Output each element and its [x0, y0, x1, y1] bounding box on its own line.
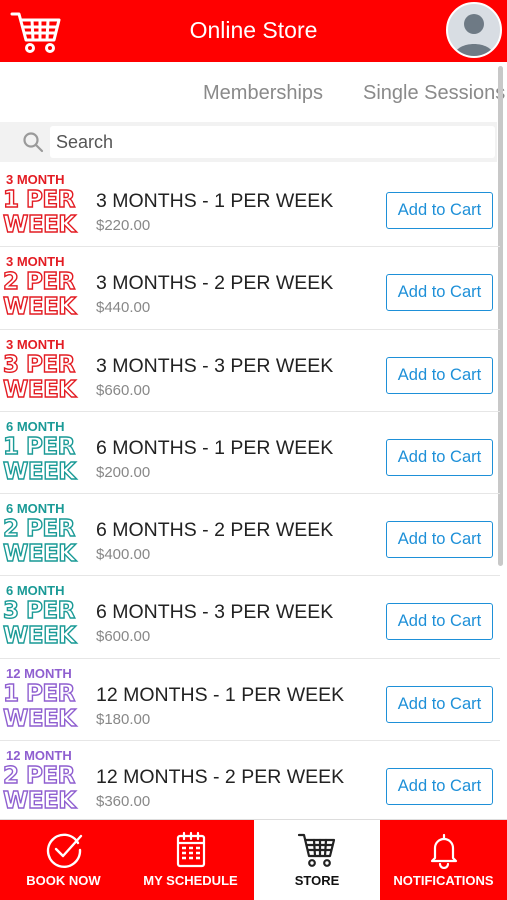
search-icon [23, 132, 44, 153]
product-price: $180.00 [96, 710, 151, 728]
list-item: 3 MONTH 3 PER WEEK 3 MONTHS - 3 PER WEEK… [0, 330, 500, 412]
thumbnail-duration: 3 MONTH [6, 254, 65, 270]
product-price: $200.00 [96, 463, 151, 481]
add-to-cart-button[interactable]: Add to Cart [386, 603, 493, 641]
cart-icon [297, 833, 336, 867]
thumbnail-duration: 12 MONTH [6, 748, 72, 764]
bottom-nav: BOOK NOW MY SCHEDULE STORE NOTIFICATIONS [0, 819, 507, 900]
product-price: $660.00 [96, 381, 151, 399]
product-thumbnail: 3 MONTH 3 PER WEEK [0, 335, 84, 409]
add-to-cart-button[interactable]: Add to Cart [386, 768, 493, 806]
product-price: $440.00 [96, 299, 151, 317]
product-thumbnail: 12 MONTH 1 PER WEEK [0, 664, 84, 738]
thumbnail-duration: 12 MONTH [6, 665, 72, 681]
product-name: 6 MONTHS - 1 PER WEEK [96, 436, 334, 459]
product-thumbnail: 3 MONTH 1 PER WEEK [0, 170, 84, 244]
product-name: 6 MONTHS - 3 PER WEEK [96, 601, 334, 624]
list-item: 6 MONTH 2 PER WEEK 6 MONTHS - 2 PER WEEK… [0, 494, 500, 577]
thumbnail-frequency: 1 PER [2, 680, 76, 707]
avatar[interactable] [446, 2, 502, 58]
product-list: 3 MONTH 1 PER WEEK 3 MONTHS - 1 PER WEEK… [0, 165, 500, 824]
thumbnail-week: WEEK [2, 705, 77, 732]
add-to-cart-button[interactable]: Add to Cart [386, 685, 493, 723]
thumbnail-week: WEEK [2, 788, 77, 815]
thumbnail-duration: 6 MONTH [6, 583, 65, 599]
list-item: 6 MONTH 3 PER WEEK 6 MONTHS - 3 PER WEEK… [0, 576, 500, 659]
product-price: $360.00 [96, 793, 151, 811]
thumbnail-frequency: 2 PER [2, 516, 76, 543]
add-to-cart-button[interactable]: Add to Cart [386, 438, 493, 476]
nav-label: NOTIFICATIONS [393, 873, 494, 888]
product-thumbnail: 6 MONTH 1 PER WEEK [0, 417, 84, 491]
thumbnail-duration: 3 MONTH [6, 172, 65, 187]
list-item: 6 MONTH 1 PER WEEK 6 MONTHS - 1 PER WEEK… [0, 412, 500, 495]
search-bar [0, 122, 497, 162]
thumbnail-duration: 3 MONTH [6, 336, 65, 352]
nav-book-now[interactable]: BOOK NOW [0, 820, 127, 900]
list-item: 12 MONTH 1 PER WEEK 12 MONTHS - 1 PER WE… [0, 659, 500, 742]
add-to-cart-button[interactable]: Add to Cart [386, 274, 493, 312]
list-item: 12 MONTH 2 PER WEEK 12 MONTHS - 2 PER WE… [0, 741, 500, 824]
thumbnail-frequency: 3 PER [2, 598, 76, 625]
thumbnail-week: WEEK [2, 212, 77, 238]
calendar-icon [176, 831, 205, 868]
check-circle-icon [46, 833, 82, 868]
bell-icon [430, 833, 457, 869]
nav-notifications[interactable]: NOTIFICATIONS [380, 820, 507, 900]
list-item: 3 MONTH 1 PER WEEK 3 MONTHS - 1 PER WEEK… [0, 165, 500, 248]
user-icon [454, 14, 494, 56]
thumbnail-week: WEEK [2, 376, 77, 403]
app-header: Online Store [0, 0, 507, 62]
product-name: 6 MONTHS - 2 PER WEEK [96, 519, 334, 542]
product-thumbnail: 3 MONTH 2 PER WEEK [0, 252, 84, 326]
tab-memberships[interactable]: Memberships [203, 82, 323, 105]
thumbnail-week: WEEK [2, 294, 77, 321]
product-name: 3 MONTHS - 2 PER WEEK [96, 272, 334, 295]
product-thumbnail: 6 MONTH 3 PER WEEK [0, 581, 84, 655]
product-name: 3 MONTHS - 1 PER WEEK [96, 190, 334, 212]
tab-single-sessions[interactable]: Single Sessions [363, 82, 505, 105]
product-thumbnail: 6 MONTH 2 PER WEEK [0, 499, 84, 573]
thumbnail-week: WEEK [2, 458, 77, 485]
thumbnail-frequency: 1 PER [2, 187, 76, 213]
product-price: $400.00 [96, 546, 151, 564]
nav-my-schedule[interactable]: MY SCHEDULE [127, 820, 254, 900]
add-to-cart-button[interactable]: Add to Cart [386, 356, 493, 394]
page-title: Online Store [189, 17, 318, 43]
nav-label: STORE [294, 873, 340, 888]
category-tabs: Memberships Single Sessions [0, 62, 507, 120]
thumbnail-frequency: 3 PER [2, 351, 76, 378]
product-name: 12 MONTHS - 2 PER WEEK [96, 766, 345, 789]
thumbnail-week: WEEK [2, 541, 77, 568]
product-price: $220.00 [96, 217, 151, 234]
thumbnail-duration: 6 MONTH [6, 501, 65, 517]
list-item: 3 MONTH 2 PER WEEK 3 MONTHS - 2 PER WEEK… [0, 247, 500, 330]
thumbnail-frequency: 2 PER [2, 763, 76, 790]
add-to-cart-button[interactable]: Add to Cart [386, 192, 493, 229]
nav-label: MY SCHEDULE [143, 873, 238, 888]
search-input[interactable] [50, 126, 495, 158]
nav-store[interactable]: STORE [254, 820, 380, 900]
thumbnail-frequency: 1 PER [2, 433, 76, 460]
product-name: 12 MONTHS - 1 PER WEEK [96, 683, 345, 706]
product-name: 3 MONTHS - 3 PER WEEK [96, 354, 334, 377]
nav-label: BOOK NOW [26, 873, 101, 888]
product-thumbnail: 12 MONTH 2 PER WEEK [0, 746, 84, 820]
thumbnail-frequency: 2 PER [2, 269, 76, 296]
add-to-cart-button[interactable]: Add to Cart [386, 521, 493, 559]
thumbnail-week: WEEK [2, 623, 77, 650]
thumbnail-duration: 6 MONTH [6, 418, 65, 434]
product-price: $600.00 [96, 628, 151, 646]
